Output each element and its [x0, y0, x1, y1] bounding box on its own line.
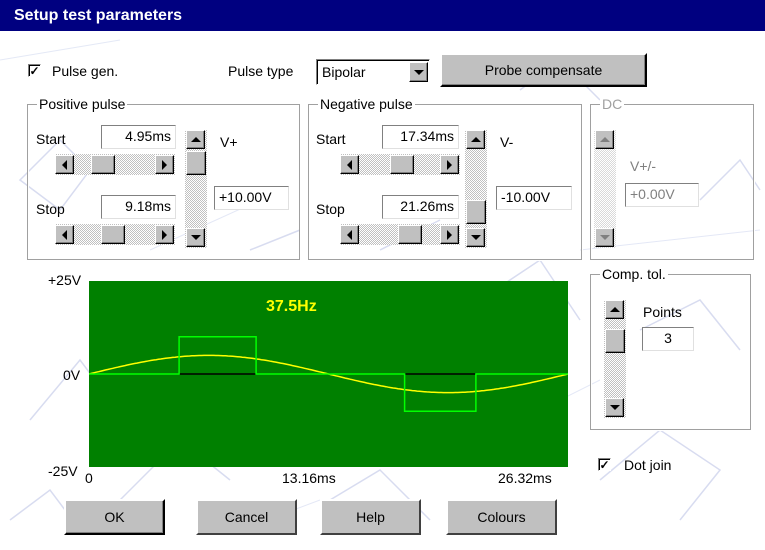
scroll-down-icon[interactable]	[466, 228, 485, 247]
dc-volt-value: +0.00V	[625, 183, 699, 207]
pulse-type-select[interactable]: Bipolar	[316, 59, 430, 85]
neg-stop-label: Stop	[316, 201, 345, 217]
ok-button[interactable]: OK	[64, 499, 165, 535]
neg-start-scrollbar[interactable]	[340, 154, 460, 175]
pos-volt-label: V+	[220, 134, 238, 150]
dc-volt-label: V+/-	[630, 158, 657, 174]
dc-title: DC	[600, 96, 625, 112]
help-button[interactable]: Help	[320, 499, 421, 535]
pos-volt-thumb[interactable]	[186, 151, 206, 175]
pulse-gen-checkbox[interactable]: ✓	[28, 64, 41, 77]
scope-plot	[88, 336, 569, 412]
pos-start-thumb[interactable]	[91, 155, 115, 174]
pulse-type-value: Bipolar	[322, 64, 366, 80]
points-value: 3	[642, 327, 694, 351]
probe-compensate-button[interactable]: Probe compensate	[440, 53, 647, 87]
dot-join-checkbox[interactable]: ✓	[598, 458, 611, 471]
comp-tol-thumb[interactable]	[605, 329, 625, 353]
neg-start-value: 17.34ms	[382, 125, 459, 149]
pos-stop-thumb[interactable]	[101, 225, 125, 244]
comp-tol-scrollbar[interactable]	[604, 300, 626, 418]
neg-stop-scrollbar[interactable]	[340, 224, 460, 245]
x-right-label: 26.32ms	[498, 470, 552, 486]
pulse-series	[89, 336, 568, 412]
neg-stop-thumb[interactable]	[398, 225, 422, 244]
pos-start-scrollbar[interactable]	[55, 154, 175, 175]
pos-start-label: Start	[36, 131, 66, 147]
neg-volt-scrollbar[interactable]	[465, 130, 487, 248]
pos-start-value: 4.95ms	[101, 125, 176, 149]
scroll-up-icon	[595, 130, 614, 149]
scroll-up-icon[interactable]	[186, 130, 205, 149]
positive-pulse-title: Positive pulse	[37, 96, 128, 112]
scroll-down-icon[interactable]	[186, 228, 205, 247]
dropdown-arrow-icon[interactable]	[409, 62, 428, 82]
x-left-label: 0	[85, 470, 93, 486]
dc-volt-scrollbar	[594, 130, 616, 248]
scroll-right-icon[interactable]	[155, 155, 174, 174]
pos-volt-value: +10.00V	[214, 186, 289, 210]
scroll-left-icon[interactable]	[340, 225, 359, 244]
scroll-right-icon[interactable]	[155, 225, 174, 244]
neg-volt-value: -10.00V	[496, 186, 572, 210]
window-title: Setup test parameters	[0, 0, 765, 31]
colours-button[interactable]: Colours	[446, 499, 557, 535]
cancel-button[interactable]: Cancel	[196, 499, 297, 535]
pos-stop-value: 9.18ms	[101, 195, 176, 219]
scroll-left-icon[interactable]	[55, 155, 74, 174]
neg-start-thumb[interactable]	[390, 155, 414, 174]
pos-volt-scrollbar[interactable]	[185, 130, 207, 248]
y-bottom-label: -25V	[48, 463, 78, 479]
scroll-right-icon[interactable]	[440, 155, 459, 174]
neg-volt-label: V-	[500, 134, 514, 150]
scope-display: 37.5Hz	[88, 281, 569, 467]
scroll-up-icon[interactable]	[466, 130, 485, 149]
pos-stop-scrollbar[interactable]	[55, 224, 175, 245]
scroll-right-icon[interactable]	[440, 225, 459, 244]
neg-start-label: Start	[316, 131, 346, 147]
scroll-left-icon[interactable]	[55, 225, 74, 244]
scroll-down-icon	[595, 228, 614, 247]
scroll-down-icon[interactable]	[605, 398, 624, 417]
y-mid-label: 0V	[63, 367, 81, 383]
neg-stop-value: 21.26ms	[382, 195, 459, 219]
comp-tol-title: Comp. tol.	[600, 266, 668, 282]
frequency-label: 37.5Hz	[266, 298, 317, 315]
scroll-left-icon[interactable]	[340, 155, 359, 174]
pulse-type-label: Pulse type	[228, 63, 294, 79]
pulse-gen-label: Pulse gen.	[52, 63, 119, 79]
negative-pulse-title: Negative pulse	[318, 96, 415, 112]
points-label: Points	[643, 304, 682, 320]
x-mid-label: 13.16ms	[282, 470, 336, 486]
neg-volt-thumb[interactable]	[466, 200, 486, 224]
pos-stop-label: Stop	[36, 201, 65, 217]
y-top-label: +25V	[48, 272, 82, 288]
scroll-up-icon[interactable]	[605, 300, 624, 319]
dot-join-label: Dot join	[624, 457, 672, 473]
